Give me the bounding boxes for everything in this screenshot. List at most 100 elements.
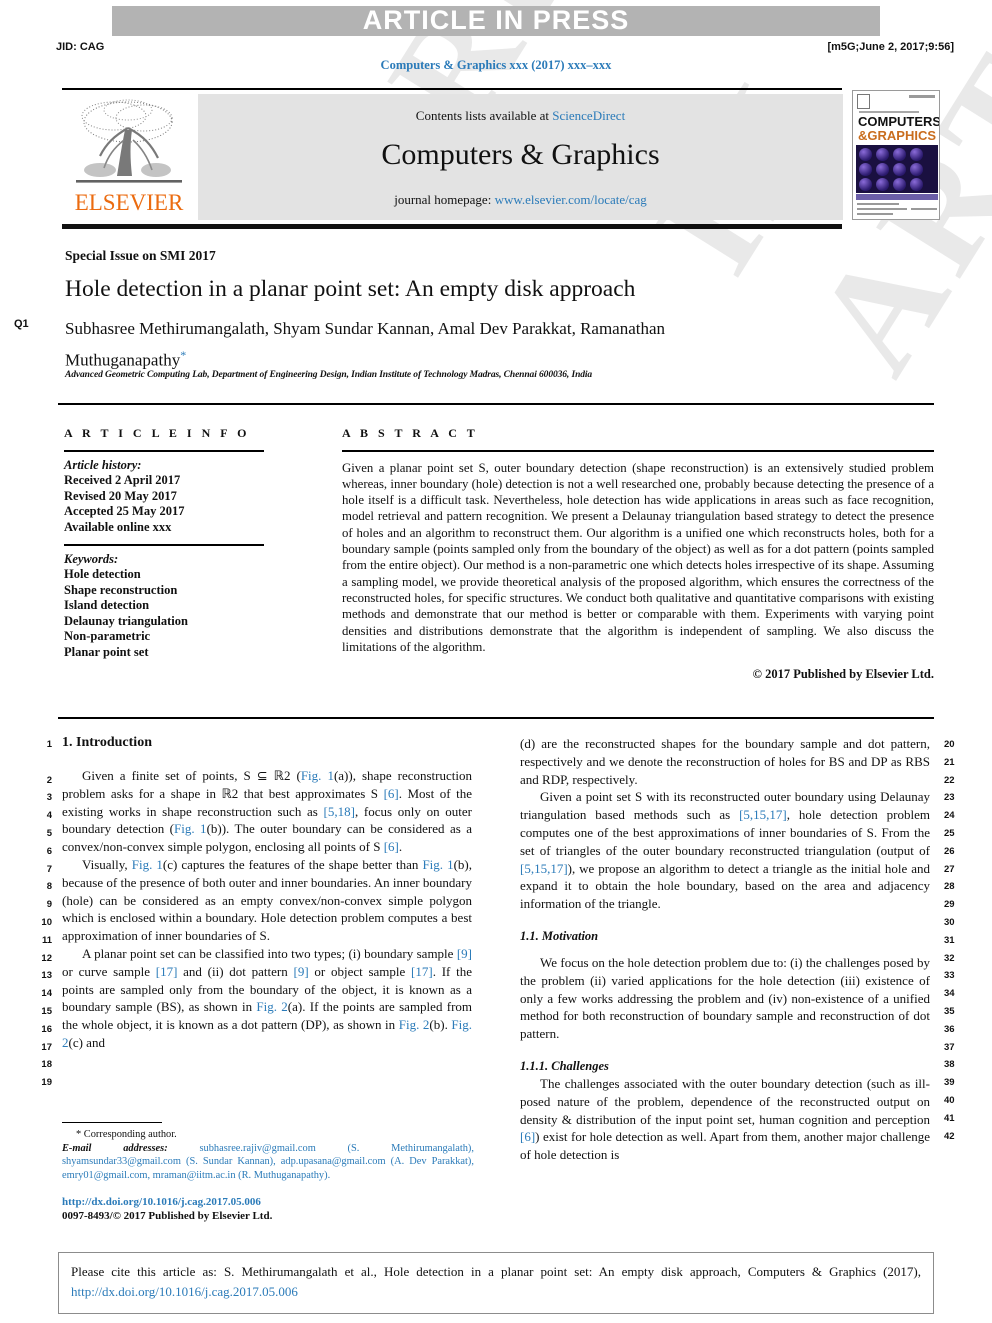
inline-reference-link[interactable]: [17]	[411, 964, 433, 979]
line-number: 24	[944, 810, 955, 822]
intro-paragraph-2: Visually, Fig. 1(c) captures the feature…	[62, 856, 473, 944]
inline-reference-link[interactable]: Fig. 1	[174, 821, 207, 836]
cite-text: Please cite this article as: S. Methirum…	[71, 1262, 921, 1302]
homepage-prefix: journal homepage:	[394, 192, 495, 207]
keyword-item: Non-parametric	[64, 629, 151, 644]
line-number: 17	[41, 1041, 52, 1053]
line-number: 8	[46, 881, 52, 893]
affiliation-line: Advanced Geometric Computing Lab, Depart…	[65, 370, 593, 380]
cover-title-line2: &GRAPHICS	[858, 128, 937, 143]
challenges-paragraph: The challenges associated with the outer…	[520, 1075, 930, 1163]
doi-link[interactable]: http://dx.doi.org/10.1016/j.cag.2017.05.…	[62, 1196, 474, 1210]
line-number: 37	[944, 1041, 955, 1053]
inline-reference-link[interactable]: Fig. 1	[422, 857, 453, 872]
line-number: 25	[944, 827, 955, 839]
line-number: 19	[41, 1077, 52, 1089]
cover-footer-line-4	[911, 208, 937, 210]
inline-reference-link[interactable]: [5,18]	[324, 804, 355, 819]
contents-prefix: Contents lists available at	[415, 108, 553, 123]
contents-lists-line: Contents lists available at ScienceDirec…	[198, 108, 843, 124]
inline-reference-link[interactable]: Fig. 1	[301, 768, 334, 783]
inline-reference-link[interactable]: [5,15,17]	[520, 861, 568, 876]
line-number: 38	[944, 1059, 955, 1071]
article-info-rule	[64, 450, 264, 452]
cover-subtitle-bar	[859, 111, 919, 113]
email-addresses-label: E-mail addresses:	[62, 1142, 168, 1154]
inline-reference-link[interactable]: [9]	[293, 964, 308, 979]
footnote-block: * Corresponding author. E-mail addresses…	[62, 1128, 474, 1182]
inline-reference-link[interactable]: [6]	[384, 839, 399, 854]
line-number: 7	[46, 863, 52, 875]
intro-paragraph-1: Given a finite set of points, S ⊆ ℝ2 (Fi…	[62, 768, 472, 855]
history-item: Revised 20 May 2017	[64, 488, 177, 503]
keywords-label: Keywords:	[64, 551, 119, 566]
cover-footer-line-1	[857, 203, 899, 205]
inline-reference-link[interactable]: Fig. 2	[399, 1017, 430, 1032]
article-in-press-label: ARTICLE IN PRESS	[362, 5, 630, 35]
line-number: 28	[944, 881, 955, 893]
article-history-block: Article history: Received 2 April 2017 R…	[64, 458, 319, 536]
inline-reference-link[interactable]: [5,15,17]	[739, 807, 787, 822]
line-numbers-left: 1 2 3 4 5 6 7 8 9 10 11 12 13 14 15 16 1…	[34, 736, 52, 1092]
abstract-heading: A B S T R A C T	[342, 426, 479, 440]
article-history-label: Article history:	[64, 457, 142, 472]
inline-reference-link[interactable]: Fig. 2	[256, 999, 287, 1014]
line-number: 40	[944, 1094, 955, 1106]
footnote-rule	[62, 1122, 162, 1124]
line-number: 31	[944, 934, 955, 946]
build-stamp-label: [m5G;June 2, 2017;9:56]	[827, 41, 954, 53]
line-number: 2	[46, 774, 52, 786]
inline-reference-link[interactable]: [17]	[156, 964, 178, 979]
elsevier-wordmark: ELSEVIER	[74, 190, 184, 215]
journal-cover-thumbnail: COMPUTERS &GRAPHICS	[852, 90, 940, 220]
history-item: Received 2 April 2017	[64, 473, 181, 488]
sciencedirect-link[interactable]: ScienceDirect	[552, 108, 625, 123]
elsevier-logo: ELSEVIER	[64, 94, 192, 220]
inline-reference-link[interactable]: Fig. 1	[132, 857, 163, 872]
journal-reference-link[interactable]: Computers & Graphics xxx (2017) xxx–xxx	[0, 58, 992, 73]
elsevier-tree-icon	[76, 99, 182, 183]
history-item: Accepted 25 May 2017	[64, 504, 185, 519]
line-number: 30	[944, 916, 955, 928]
issn-copyright-line: 0097-8493/© 2017 Published by Elsevier L…	[62, 1209, 273, 1222]
line-number: 15	[41, 1005, 52, 1017]
cover-title-line1: COMPUTERS	[858, 114, 940, 129]
line-number: 20	[944, 739, 955, 750]
inline-reference-link[interactable]: [6]	[384, 786, 399, 801]
line-number: 42	[944, 1130, 955, 1142]
journal-title: Computers & Graphics	[381, 138, 660, 171]
cover-caption-bar	[856, 194, 938, 200]
masthead-panel: Contents lists available at ScienceDirec…	[198, 94, 843, 220]
info-section-top-rule	[58, 403, 934, 405]
subsection-heading-challenges: 1.1.1. Challenges	[520, 1058, 609, 1073]
inline-reference-link[interactable]: [6]	[520, 1129, 535, 1144]
cover-footer-line-3	[857, 213, 893, 215]
line-number: 21	[944, 756, 955, 768]
line-number: 16	[41, 1023, 52, 1035]
line-number: 32	[944, 952, 955, 964]
line-number: 13	[41, 970, 52, 982]
abstract-copyright: © 2017 Published by Elsevier Ltd.	[752, 667, 934, 682]
line-number: 26	[944, 845, 955, 857]
page-title: Hole detection in a planar point set: An…	[65, 276, 636, 302]
line-number: 23	[944, 792, 955, 804]
abstract-column: Given a planar point set S, outer bounda…	[342, 450, 934, 682]
intro-paragraph-5: Given a point set S with its reconstruct…	[520, 789, 930, 912]
inline-reference-link[interactable]: [9]	[457, 946, 472, 961]
line-number: 10	[41, 916, 52, 928]
journal-masthead: ELSEVIER Contents lists available at Sci…	[62, 88, 940, 229]
journal-homepage-link[interactable]: www.elsevier.com/locate/cag	[495, 192, 647, 207]
keywords-rule	[64, 544, 264, 546]
keyword-item: Hole detection	[64, 567, 141, 582]
motivation-paragraph: We focus on the hole detection problem d…	[520, 954, 930, 1042]
journal-homepage-line: journal homepage: www.elsevier.com/locat…	[198, 192, 843, 208]
line-number: 29	[944, 899, 955, 911]
line-number: 39	[944, 1077, 955, 1089]
body-column-left: 1. Introduction Given a finite set of po…	[62, 735, 472, 1052]
line-number: 4	[46, 810, 52, 822]
line-number: 41	[944, 1112, 955, 1124]
line-number: 18	[41, 1059, 52, 1071]
corresponding-author-asterisk-icon: *	[180, 348, 187, 362]
cite-doi-link[interactable]: http://dx.doi.org/10.1016/j.cag.2017.05.…	[71, 1284, 298, 1299]
line-number: 11	[41, 934, 52, 946]
